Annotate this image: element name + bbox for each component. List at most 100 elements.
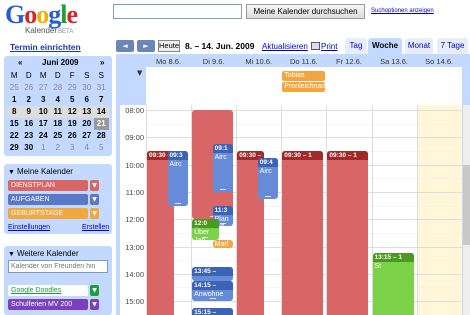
calendar-settings-link[interactable]: Einstellungen xyxy=(8,224,50,231)
search-input[interactable] xyxy=(113,4,242,19)
mini-calendar-day[interactable]: 25 xyxy=(51,130,66,142)
prev-week-button[interactable]: ◄ xyxy=(116,40,134,52)
day-header[interactable]: Mo 8.6. xyxy=(146,57,191,67)
other-calendar-item[interactable]: Google Doodles ▼ xyxy=(8,285,108,296)
mini-calendar-day[interactable]: 25 xyxy=(7,82,22,94)
calendar-menu-icon[interactable]: ▼ xyxy=(90,285,99,296)
mini-calendar-day[interactable]: 2 xyxy=(22,94,37,106)
day-header[interactable]: Fr 12.6. xyxy=(326,57,371,67)
all-day-event[interactable]: Tobias xyxy=(282,71,326,81)
time-grid[interactable]: 08:00 09:00 10:00 11:00 12:00 13:00 14:00 15:00… xyxy=(120,105,462,315)
calendar-event[interactable]: 09:30 – 1 xyxy=(282,150,324,315)
refresh-link[interactable]: Aktualisieren xyxy=(262,42,308,51)
mini-calendar-day[interactable]: 3 xyxy=(65,142,80,154)
calendar-event[interactable]: 13:15 – 1 St xyxy=(372,253,414,315)
calendar-event[interactable]: 09:1 Airc xyxy=(212,144,234,192)
other-calendars-title[interactable]: ▼ Weitere Kalender xyxy=(8,249,79,258)
mini-calendar-day[interactable]: 31 xyxy=(94,82,109,94)
friend-calendar-input[interactable] xyxy=(8,260,108,273)
mini-calendar-day[interactable]: 7 xyxy=(94,94,109,106)
day-header[interactable]: Mi 10.6. xyxy=(236,57,281,67)
search-options-link[interactable]: Suchoptionen anzeigen xyxy=(371,8,434,14)
collapse-allday-icon[interactable]: ▼ xyxy=(137,69,142,77)
mini-calendar-day[interactable]: 2 xyxy=(51,142,66,154)
mini-calendar-day[interactable]: 3 xyxy=(36,94,51,106)
mini-calendar-day[interactable]: 15 xyxy=(7,118,22,130)
calendar-menu-icon[interactable]: ▼ xyxy=(90,180,99,191)
mini-calendar-day[interactable]: 8 xyxy=(7,106,22,118)
event-resize-handle[interactable] xyxy=(202,236,209,238)
tab-tag[interactable]: Tag xyxy=(345,38,367,54)
mini-calendar-day[interactable]: 6 xyxy=(80,94,95,106)
mini-calendar-day[interactable]: 21 xyxy=(94,118,109,130)
search-button[interactable]: Meine Kalender durchsuchen xyxy=(246,4,365,19)
day-header[interactable]: Do 11.6. xyxy=(281,57,326,67)
calendar-event[interactable]: 09:30 – 1 xyxy=(327,150,369,315)
calendar-event[interactable]: 09:3 Airc xyxy=(167,150,189,206)
mini-calendar-day[interactable]: 17 xyxy=(36,118,51,130)
next-week-button[interactable]: ► xyxy=(137,40,155,52)
tab-woche[interactable]: Woche xyxy=(368,38,402,54)
mini-calendar-day[interactable]: 28 xyxy=(51,82,66,94)
calendar-event[interactable]: 14:15 – Anwohne xyxy=(192,280,234,302)
event-resize-handle[interactable] xyxy=(209,298,216,300)
event-resize-handle[interactable] xyxy=(219,188,226,190)
mini-calendar-day[interactable]: 10 xyxy=(36,106,51,118)
day-header[interactable]: So 14.6. xyxy=(417,57,462,67)
my-calendars-title[interactable]: ▼ Meine Kalender xyxy=(8,167,73,176)
mini-calendar-day[interactable]: 5 xyxy=(65,94,80,106)
event-resize-handle[interactable] xyxy=(174,202,181,204)
mini-calendar-day[interactable]: 26 xyxy=(22,82,37,94)
mini-calendar-day[interactable]: 20 xyxy=(80,118,95,130)
mini-calendar-day[interactable]: 23 xyxy=(22,130,37,142)
mini-calendar-day[interactable]: 9 xyxy=(22,106,37,118)
calendar-item[interactable]: DIENSTPLAN ▼ xyxy=(8,180,108,191)
all-day-area[interactable]: Tobias Pronleichnam xyxy=(146,67,462,105)
other-calendar-item[interactable]: Schulferien MV 200 ▼ xyxy=(8,299,108,310)
event-resize-handle[interactable] xyxy=(219,223,226,225)
mini-calendar-day[interactable]: 28 xyxy=(94,130,109,142)
mini-calendar-day[interactable]: 29 xyxy=(65,82,80,94)
mini-calendar-day[interactable]: 27 xyxy=(80,130,95,142)
mini-calendar-day[interactable]: 13 xyxy=(80,106,95,118)
print-link[interactable]: Print xyxy=(311,42,337,51)
google-calendar-logo[interactable]: Google KalenderBETA xyxy=(5,2,105,36)
mini-calendar-day[interactable]: 30 xyxy=(80,82,95,94)
mini-calendar-day[interactable]: 22 xyxy=(7,130,22,142)
calendar-menu-icon[interactable]: ▼ xyxy=(90,194,99,205)
mini-calendar-day[interactable]: 26 xyxy=(65,130,80,142)
mini-calendar-day[interactable]: 24 xyxy=(36,130,51,142)
mini-calendar-day[interactable]: 27 xyxy=(36,82,51,94)
scrollbar-thumb[interactable] xyxy=(463,165,470,245)
tab-monat[interactable]: Monat xyxy=(405,38,433,54)
all-day-event[interactable]: Pronleichnam xyxy=(282,82,326,92)
mini-calendar-day[interactable]: 12 xyxy=(65,106,80,118)
calendar-menu-icon[interactable]: ▼ xyxy=(90,208,99,219)
mini-calendar-day[interactable]: 19 xyxy=(65,118,80,130)
tab-7-tage[interactable]: 7 Tage xyxy=(437,38,468,54)
create-calendar-link[interactable]: Erstellen xyxy=(82,224,109,231)
mini-calendar-day[interactable]: 11 xyxy=(51,106,66,118)
calendar-event[interactable]: 15:15 – xyxy=(192,307,234,315)
calendar-event[interactable]: Marl xyxy=(212,239,234,248)
mini-calendar-day[interactable]: 30 xyxy=(22,142,37,154)
calendar-menu-icon[interactable]: ▼ xyxy=(90,299,99,310)
day-header[interactable]: Di 9.6. xyxy=(191,57,236,67)
mini-calendar-next-button[interactable]: » xyxy=(100,58,104,67)
mini-calendar-day[interactable]: 4 xyxy=(80,142,95,154)
calendar-event[interactable]: 09:4 Airc xyxy=(257,157,279,199)
mini-calendar-day[interactable]: 18 xyxy=(51,118,66,130)
mini-calendar-day[interactable]: 14 xyxy=(94,106,109,118)
mini-calendar-prev-button[interactable]: « xyxy=(18,58,22,67)
mini-calendar-day[interactable]: 1 xyxy=(36,142,51,154)
today-button[interactable]: Heute xyxy=(158,40,180,52)
calendar-event[interactable]: 12:0Über Jan xyxy=(192,219,219,240)
mini-calendar-day[interactable]: 4 xyxy=(51,94,66,106)
mini-calendar-day[interactable]: 1 xyxy=(7,94,22,106)
time-grid-scrollbar[interactable] xyxy=(463,105,470,315)
event-resize-handle[interactable] xyxy=(265,195,272,197)
mini-calendar-day[interactable]: 16 xyxy=(22,118,37,130)
create-event-link[interactable]: Termin einrichten xyxy=(10,42,81,52)
calendar-item[interactable]: GEBURTSTAGE ▼ xyxy=(8,208,108,219)
mini-calendar-day[interactable]: 29 xyxy=(7,142,22,154)
